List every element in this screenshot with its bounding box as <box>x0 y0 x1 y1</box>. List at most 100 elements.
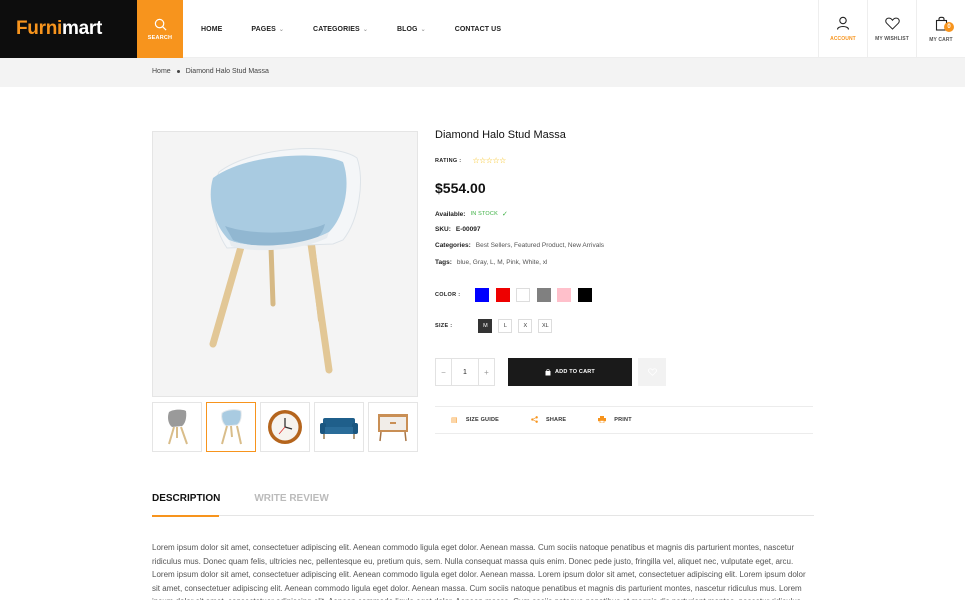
size-guide-label: SIZE GUIDE <box>465 417 499 423</box>
wall-clock-image <box>268 410 302 444</box>
thumbnail-blue-chair[interactable] <box>206 402 256 452</box>
nav-pages[interactable]: PAGES ⌄ <box>251 26 284 33</box>
heart-icon <box>647 368 657 376</box>
account-label: ACCOUNT <box>830 36 856 42</box>
color-swatch-red[interactable] <box>495 288 510 302</box>
color-swatch-gray[interactable] <box>536 288 551 302</box>
qty-input[interactable]: 1 <box>451 359 479 385</box>
availability-row: Available: IN STOCK ✓ <box>435 210 508 219</box>
size-options: M L X XL <box>478 319 558 333</box>
user-icon <box>836 16 850 30</box>
cart-button[interactable]: 0 MY CART <box>916 0 965 58</box>
size-option-l[interactable]: L <box>498 319 513 333</box>
breadcrumb-current: Diamond Halo Stud Massa <box>185 68 269 75</box>
search-label: SEARCH <box>147 34 173 41</box>
tags-label: Tags: <box>435 259 452 266</box>
categories-value[interactable]: Best Sellers, Featured Product, New Arri… <box>476 242 604 249</box>
rating-label: RATING : <box>435 157 462 164</box>
print-icon <box>598 415 607 425</box>
nav-categories[interactable]: CATEGORIES ⌄ <box>313 26 368 33</box>
blue-chair-image <box>209 148 362 374</box>
tags-row: Tags: blue, Gray, L, M, Pink, White, xl <box>435 259 547 266</box>
logo[interactable]: Furni mart <box>0 0 137 58</box>
chevron-down-icon: ⌄ <box>278 26 285 33</box>
blue-chair-thumb-image <box>221 409 242 445</box>
product-tabs: DESCRIPTION WRITE REVIEW <box>152 493 814 517</box>
product-price: $554.00 <box>435 180 486 196</box>
share-label: SHARE <box>546 417 567 423</box>
color-swatch-pink[interactable] <box>557 288 572 302</box>
wishlist-button[interactable]: MY WISHLIST <box>867 0 916 58</box>
search-button[interactable]: SEARCH <box>137 0 183 58</box>
categories-label: Categories: <box>435 242 471 249</box>
size-option-m[interactable]: M <box>478 319 493 333</box>
color-selector: COLOR : <box>435 288 598 302</box>
nav-contact[interactable]: CONTACT US <box>455 26 501 33</box>
color-swatch-black[interactable] <box>577 288 592 302</box>
search-icon <box>154 18 166 30</box>
nav-home-label: HOME <box>201 25 223 33</box>
cart-label: MY CART <box>929 36 953 43</box>
nav-blog[interactable]: BLOG ⌄ <box>397 26 426 33</box>
size-selector: SIZE : M L X XL <box>435 319 558 333</box>
side-table-image <box>378 414 408 442</box>
star-rating[interactable]: ☆☆☆☆☆ <box>472 156 506 165</box>
nav-pages-label: PAGES <box>251 25 276 33</box>
chevron-down-icon: ⌄ <box>362 26 368 33</box>
rating-row: RATING : ☆☆☆☆☆ <box>435 156 506 165</box>
size-option-xl[interactable]: XL <box>538 319 553 333</box>
bag-icon <box>545 368 551 375</box>
nav-categories-label: CATEGORIES <box>313 25 360 33</box>
thumbnail-blue-sofa[interactable] <box>314 402 364 452</box>
qty-increment-button[interactable]: + <box>479 368 494 377</box>
size-label: SIZE : <box>435 323 453 329</box>
tab-write-review[interactable]: WRITE REVIEW <box>254 493 328 516</box>
product-main-image[interactable] <box>152 131 418 397</box>
add-to-wishlist-button[interactable] <box>638 358 666 386</box>
product-title: Diamond Halo Stud Massa <box>435 129 566 141</box>
thumbnail-gray-chair[interactable] <box>152 402 202 452</box>
categories-row: Categories: Best Sellers, Featured Produ… <box>435 242 604 249</box>
sku-label: SKU: <box>435 226 451 233</box>
description-text: Lorem ipsum dolor sit amet, consectetuer… <box>152 543 806 600</box>
main-nav: HOME PAGES ⌄ CATEGORIES ⌄ BLOG ⌄ CONTACT US <box>201 0 530 58</box>
ruler-icon: ▤ <box>451 417 458 424</box>
product-actions: ▤ SIZE GUIDE SHARE PRINT <box>435 406 813 434</box>
size-option-x[interactable]: X <box>518 319 533 333</box>
stock-status: IN STOCK <box>470 211 498 217</box>
tags-value[interactable]: blue, Gray, L, M, Pink, White, xl <box>457 259 548 266</box>
share-icon <box>531 415 538 425</box>
chevron-down-icon: ⌄ <box>420 26 426 33</box>
available-label: Available: <box>435 210 466 218</box>
tab-description[interactable]: DESCRIPTION <box>152 493 220 517</box>
color-swatch-blue[interactable] <box>475 288 490 302</box>
breadcrumb-home[interactable]: Home <box>152 68 171 75</box>
color-swatch-white[interactable] <box>516 288 531 302</box>
breadcrumb-bar: Home Diamond Halo Stud Massa <box>0 58 965 87</box>
sku-value: E-00097 <box>455 226 481 233</box>
logo-part2: mart <box>62 18 102 39</box>
thumbnail-side-table[interactable] <box>368 402 418 452</box>
gray-chair-image <box>168 409 188 445</box>
breadcrumb: Home Diamond Halo Stud Massa <box>152 68 269 75</box>
logo-part1: Furni <box>16 18 62 39</box>
nav-blog-label: BLOG <box>396 25 418 33</box>
share-link[interactable]: SHARE <box>531 415 567 425</box>
print-label: PRINT <box>614 417 632 423</box>
cart-count-badge: 0 <box>944 22 954 32</box>
print-link[interactable]: PRINT <box>598 415 632 425</box>
color-swatches <box>475 288 598 302</box>
qty-decrement-button[interactable]: − <box>436 368 451 377</box>
color-label: COLOR : <box>435 292 461 298</box>
size-guide-link[interactable]: ▤ SIZE GUIDE <box>451 416 499 424</box>
add-to-cart-button[interactable]: ADD TO CART <box>508 358 632 386</box>
add-to-cart-label: ADD TO CART <box>555 369 595 375</box>
account-button[interactable]: ACCOUNT <box>818 0 867 58</box>
sku-row: SKU: E-00097 <box>435 226 485 233</box>
breadcrumb-separator <box>176 70 180 73</box>
header-actions: ACCOUNT MY WISHLIST 0 MY CART <box>818 0 965 58</box>
site-header: Furni mart SEARCH HOME PAGES ⌄ CATEGORIES ⌄… <box>0 0 965 58</box>
nav-home[interactable]: HOME <box>201 26 222 33</box>
thumbnail-wall-clock[interactable] <box>260 402 310 452</box>
quantity-stepper: − 1 + <box>435 358 495 386</box>
